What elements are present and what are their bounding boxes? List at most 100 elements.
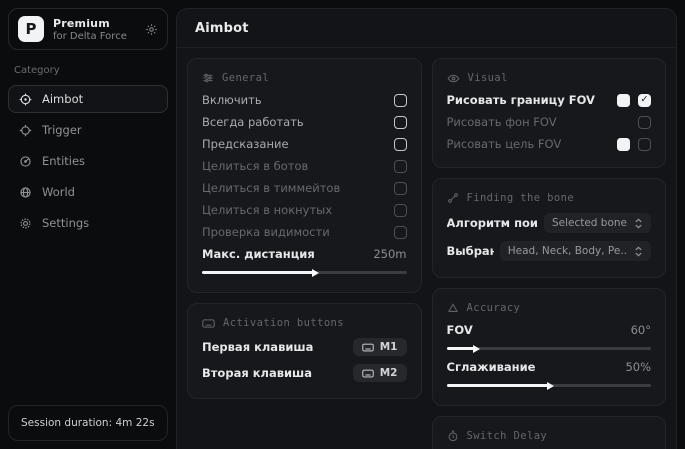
keyboard-icon [202,318,215,329]
finding-bone-panel: Finding the bone Алгоритм поиска костей … [432,178,667,278]
brand-card: P Premium for Delta Force [8,8,168,50]
slider-fill [202,271,314,274]
setting-label: Рисовать фон FOV [447,115,557,129]
selected-option: Selected bone [552,217,627,229]
globe-icon [19,186,32,199]
setting-value: 50% [625,360,651,374]
switch-delay-panel-header: Switch Delay [447,421,652,447]
checkbox-draw-fov-background[interactable] [638,116,651,129]
bone-algorithm-select[interactable]: Selected bone [544,213,651,233]
crosshair-icon [19,124,32,137]
setting-row-smoothing: Сглаживание 50% [447,356,652,378]
color-swatch[interactable] [617,94,630,107]
setting-row-max-distance: Макс. дистанция 250m [202,243,407,265]
sidebar-item-settings[interactable]: Settings [8,209,168,237]
panel-title: Finding the bone [467,192,575,204]
setting-label: Алгоритм поиска костей [447,216,538,230]
setting-row-draw-fov-background: Рисовать фон FOV [447,111,652,133]
setting-row-first-key: Первая клавиша M1 [202,334,407,360]
row-controls [617,94,651,107]
eye-icon [447,73,460,84]
keybind-button-second[interactable]: M2 [353,364,407,382]
keyboard-icon [362,369,374,378]
switch-delay-panel: Switch Delay Задержка переключения Задер… [432,416,667,449]
setting-row-enable: Включить [202,89,407,111]
setting-row-selected-bones: Выбранные кости Head, Neck, Body, Pe.. [447,237,652,265]
sidebar-item-label: World [42,185,75,199]
checkbox-draw-fov-target[interactable] [638,138,651,151]
activation-buttons-panel: Activation buttons Первая клавиша M1 Вто… [187,303,422,399]
slider-fill [447,347,476,350]
checkbox-enable[interactable] [394,94,407,107]
gear-icon [19,217,32,230]
checkbox-aim-knocked[interactable] [394,204,407,217]
setting-label: Вторая клавиша [202,366,312,380]
slider-thumb[interactable] [473,345,480,353]
left-column: General Включить Всегда работать Предска… [187,58,422,399]
slider-thumb[interactable] [547,382,554,390]
setting-value: 250m [373,247,406,261]
setting-label: Макс. дистанция [202,247,315,261]
checkbox-always-work[interactable] [394,116,407,129]
setting-row-aim-knocked: Целиться в нокнутых [202,199,407,221]
sidebar-item-label: Trigger [42,123,82,137]
chevron-up-down-icon [634,218,643,229]
setting-label: Включить [202,93,262,107]
selected-bones-select[interactable]: Head, Neck, Body, Pe.. [500,241,651,261]
general-panel-header: General [202,63,407,89]
visual-panel-header: Visual [447,63,652,89]
panel-title: Accuracy [467,302,521,314]
setting-label: Выбранные кости [447,244,494,258]
bone-panel-header: Finding the bone [447,183,652,209]
logo-letter: P [26,20,37,38]
gear-icon[interactable] [145,23,158,36]
checkbox-prediction[interactable] [394,138,407,151]
app-logo: P [18,16,44,42]
sidebar-nav: Aimbot Trigger Entities World Settings [8,85,168,240]
checkbox-aim-teammates[interactable] [394,182,407,195]
setting-label: Целиться в нокнутых [202,203,332,217]
triangle-icon [447,302,459,314]
fov-slider[interactable] [447,343,652,353]
slider-thumb[interactable] [312,269,319,277]
session-duration-text: Session duration: 4m 22s [21,417,155,429]
brand-subtitle: for Delta Force [53,31,127,42]
sidebar-item-label: Aimbot [42,92,83,106]
category-label: Category [14,65,162,76]
keybind-button-first[interactable]: M1 [353,338,407,356]
setting-row-draw-fov-target: Рисовать цель FOV [447,133,652,155]
color-swatch[interactable] [617,138,630,151]
accuracy-panel: Accuracy FOV 60° Сглаживание 50% [432,288,667,406]
setting-row-prediction: Предсказание [202,133,407,155]
brand-title: Premium [53,17,127,30]
chevron-up-down-icon [634,246,643,257]
panel-title: Activation buttons [223,317,344,329]
radar-icon [19,155,32,168]
sidebar-item-entities[interactable]: Entities [8,147,168,175]
setting-label: Рисовать границу FOV [447,93,595,107]
checkbox-aim-bots[interactable] [394,160,407,173]
setting-label: Всегда работать [202,115,304,129]
general-panel: General Включить Всегда работать Предска… [187,58,422,293]
setting-row-visibility-check: Проверка видимости [202,221,407,243]
max-distance-slider[interactable] [202,267,407,277]
row-controls [638,116,651,129]
setting-value: 60° [631,323,651,337]
checkbox-visibility-check[interactable] [394,226,407,239]
sidebar-item-aimbot[interactable]: Aimbot [8,85,168,113]
right-column: Visual Рисовать границу FOV Рисовать фон… [432,58,667,449]
setting-row-always-work: Всегда работать [202,111,407,133]
smoothing-slider[interactable] [447,380,652,390]
keybind-value: M2 [380,367,398,379]
checkbox-draw-fov-border[interactable] [638,94,651,107]
setting-label: Первая клавиша [202,340,313,354]
setting-row-fov: FOV 60° [447,319,652,341]
setting-label: FOV [447,323,473,337]
sidebar-item-trigger[interactable]: Trigger [8,116,168,144]
setting-row-draw-fov-border: Рисовать границу FOV [447,89,652,111]
page-header: Aimbot [177,9,676,48]
content-columns: General Включить Всегда работать Предска… [177,48,676,449]
keyboard-icon [362,343,374,352]
target-icon [19,93,32,106]
sidebar-item-world[interactable]: World [8,178,168,206]
